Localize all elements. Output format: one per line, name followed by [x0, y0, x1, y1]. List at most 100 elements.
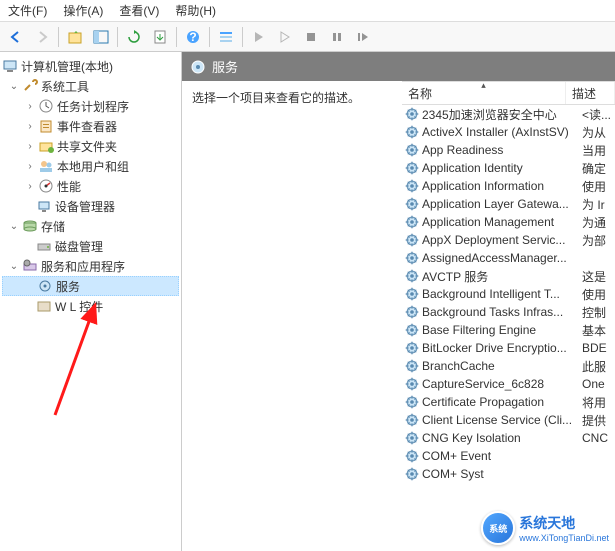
- service-name: 2345加速浏览器安全中心: [422, 106, 582, 123]
- gear-icon: [404, 250, 420, 266]
- tree-disk-management[interactable]: 磁盘管理: [2, 236, 179, 256]
- menu-file[interactable]: 文件(F): [8, 2, 47, 19]
- service-row[interactable]: Background Intelligent T...使用: [402, 285, 615, 303]
- service-name: App Readiness: [422, 143, 582, 157]
- tree-services[interactable]: 服务: [2, 276, 179, 296]
- gear-icon: [404, 430, 420, 446]
- tree-local-users[interactable]: › 本地用户和组: [2, 156, 179, 176]
- service-row[interactable]: Application Identity确定: [402, 159, 615, 177]
- up-button[interactable]: [63, 25, 87, 49]
- gear-icon: [404, 448, 420, 464]
- service-name: Application Layer Gatewa...: [422, 197, 582, 211]
- tree-shared-folders[interactable]: › 共享文件夹: [2, 136, 179, 156]
- gear-icon: [404, 376, 420, 392]
- service-row[interactable]: BranchCache此服: [402, 357, 615, 375]
- gear-icon: [404, 268, 420, 284]
- tree-label: 设备管理器: [55, 198, 115, 215]
- description-panel: 选择一个项目来查看它的描述。: [182, 81, 402, 551]
- separator: [176, 27, 177, 47]
- column-desc[interactable]: 描述: [566, 82, 615, 104]
- panel-title: 服务: [212, 57, 238, 76]
- tree-storage[interactable]: ⌄ 存储: [2, 216, 179, 236]
- service-desc: 提供: [582, 412, 615, 429]
- refresh-button[interactable]: [122, 25, 146, 49]
- tree-device-manager[interactable]: 设备管理器: [2, 196, 179, 216]
- service-row[interactable]: Background Tasks Infras...控制: [402, 303, 615, 321]
- service-desc: 这是: [582, 268, 615, 285]
- tree-system-tools[interactable]: ⌄ 系统工具: [2, 76, 179, 96]
- service-name: COM+ Event: [422, 449, 582, 463]
- tree-task-scheduler[interactable]: › 任务计划程序: [2, 96, 179, 116]
- description-prompt: 选择一个项目来查看它的描述。: [192, 89, 392, 106]
- gear-icon: [404, 358, 420, 374]
- forward-button: [30, 25, 54, 49]
- service-name: Application Identity: [422, 161, 582, 175]
- menu-view[interactable]: 查看(V): [119, 2, 159, 19]
- column-desc-label: 描述: [572, 85, 596, 102]
- service-desc: One: [582, 377, 615, 391]
- details-view-button[interactable]: [214, 25, 238, 49]
- tree-event-viewer[interactable]: › 事件查看器: [2, 116, 179, 136]
- service-row[interactable]: Client License Service (Cli...提供: [402, 411, 615, 429]
- expand-icon[interactable]: ›: [24, 180, 36, 192]
- service-desc: 使用: [582, 286, 615, 303]
- storage-icon: [22, 218, 38, 234]
- computer-icon: [2, 58, 18, 74]
- service-row[interactable]: COM+ Syst: [402, 465, 615, 483]
- help-button[interactable]: ?: [181, 25, 205, 49]
- tree-wmi[interactable]: W L 控件: [2, 296, 179, 316]
- export-button[interactable]: [148, 25, 172, 49]
- service-row[interactable]: AssignedAccessManager...: [402, 249, 615, 267]
- service-row[interactable]: App Readiness当用: [402, 141, 615, 159]
- collapse-icon[interactable]: ⌄: [8, 260, 20, 272]
- tree-services-apps[interactable]: ⌄ 服务和应用程序: [2, 256, 179, 276]
- svg-text:?: ?: [189, 30, 196, 44]
- tree-label: 计算机管理(本地): [21, 58, 113, 75]
- service-row[interactable]: AppX Deployment Servic...为部: [402, 231, 615, 249]
- expand-icon[interactable]: ›: [24, 160, 36, 172]
- service-name: Application Management: [422, 215, 582, 229]
- services-list[interactable]: 2345加速浏览器安全中心<读...ActiveX Installer (AxI…: [402, 105, 615, 551]
- tools-icon: [22, 78, 38, 94]
- services-list-panel: ▴ 名称 描述 2345加速浏览器安全中心<读...ActiveX Instal…: [402, 81, 615, 551]
- service-name: ActiveX Installer (AxInstSV): [422, 125, 582, 139]
- service-desc: <读...: [582, 106, 615, 123]
- tree-label: 磁盘管理: [55, 238, 103, 255]
- service-row[interactable]: ActiveX Installer (AxInstSV)为从: [402, 123, 615, 141]
- service-row[interactable]: Application Information使用: [402, 177, 615, 195]
- column-name-label: 名称: [408, 85, 432, 102]
- expand-icon[interactable]: ›: [24, 120, 36, 132]
- expand-icon[interactable]: ›: [24, 100, 36, 112]
- service-name: Base Filtering Engine: [422, 323, 582, 337]
- watermark-badge: 系统: [481, 511, 515, 545]
- main-area: 计算机管理(本地) ⌄ 系统工具 › 任务计划程序 › 事件查看器 › 共享文件…: [0, 52, 615, 551]
- panel-header: 服务: [182, 52, 615, 81]
- gear-icon: [404, 286, 420, 302]
- service-row[interactable]: Certificate Propagation将用: [402, 393, 615, 411]
- column-name[interactable]: ▴ 名称: [402, 82, 566, 104]
- back-button[interactable]: [4, 25, 28, 49]
- service-name: COM+ Syst: [422, 467, 582, 481]
- expand-icon[interactable]: ›: [24, 140, 36, 152]
- service-row[interactable]: 2345加速浏览器安全中心<读...: [402, 105, 615, 123]
- service-row[interactable]: Application Management为通: [402, 213, 615, 231]
- show-hide-tree-button[interactable]: [89, 25, 113, 49]
- tree-label: 本地用户和组: [57, 158, 129, 175]
- service-row[interactable]: Base Filtering Engine基本: [402, 321, 615, 339]
- service-row[interactable]: CNG Key IsolationCNC: [402, 429, 615, 447]
- collapse-icon[interactable]: ⌄: [8, 220, 20, 232]
- tree-label: 事件查看器: [57, 118, 117, 135]
- menu-action[interactable]: 操作(A): [63, 2, 103, 19]
- tree-performance[interactable]: › 性能: [2, 176, 179, 196]
- service-row[interactable]: CaptureService_6c828One: [402, 375, 615, 393]
- menu-help[interactable]: 帮助(H): [175, 2, 216, 19]
- service-row[interactable]: Application Layer Gatewa...为 Ir: [402, 195, 615, 213]
- service-row[interactable]: AVCTP 服务这是: [402, 267, 615, 285]
- service-row[interactable]: COM+ Event: [402, 447, 615, 465]
- service-row[interactable]: BitLocker Drive Encryptio...BDE: [402, 339, 615, 357]
- tree-root[interactable]: 计算机管理(本地): [2, 56, 179, 76]
- gear-icon: [404, 322, 420, 338]
- tree-panel: 计算机管理(本地) ⌄ 系统工具 › 任务计划程序 › 事件查看器 › 共享文件…: [0, 52, 182, 551]
- collapse-icon[interactable]: ⌄: [8, 80, 20, 92]
- pause-button: [325, 25, 349, 49]
